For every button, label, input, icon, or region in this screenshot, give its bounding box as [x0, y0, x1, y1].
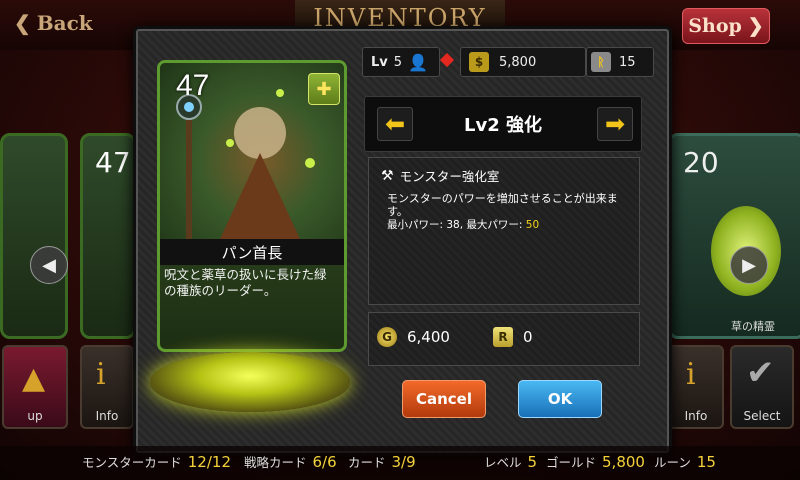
card-description: 呪文と薬草の扱いに長けた緑の種族のリーダー。	[164, 267, 327, 298]
player-level-value: 5	[393, 54, 403, 70]
info-icon: i	[96, 357, 106, 392]
info-slot-right-label: Info	[684, 409, 708, 423]
prev-level-button[interactable]: ⬅	[377, 107, 413, 141]
level-stat: レベル 5	[484, 452, 537, 471]
anvil-icon: ⚒	[381, 167, 394, 184]
monster-card: 47 ✚ パン首長 呪文と薬草の扱いに長けた緑の種族のリーダー。	[157, 60, 347, 352]
upgrade-level-title: Lv2 強化	[464, 115, 542, 136]
upgrade-slot-label: up	[27, 409, 43, 423]
back-button[interactable]: ❮ Back	[14, 8, 93, 38]
upgrade-slot[interactable]: ▲ up	[2, 345, 68, 429]
next-level-button[interactable]: ➡	[597, 107, 633, 141]
gold-value: 5,800	[499, 54, 537, 70]
gold-coin-icon: G	[377, 327, 397, 347]
rune-stat: ルーン 15	[654, 452, 716, 471]
rune-cost-icon: R	[493, 327, 513, 347]
upgrade-level-header: ⬅ Lv2 強化 ➡	[364, 96, 642, 152]
level-label: レベル	[484, 455, 522, 470]
arrow-up-icon: ▲	[22, 361, 46, 396]
gold-cost: G 6,400	[377, 327, 450, 347]
gold-bag-icon: $	[469, 52, 489, 72]
cards-label: カード	[348, 455, 386, 470]
cards-stat: カード 3/9	[348, 452, 416, 471]
monster-cards-value: 12/12	[187, 453, 231, 471]
gold-label: ゴールド	[546, 455, 597, 470]
user-icon: 👤	[408, 52, 428, 72]
info-slot-left[interactable]: i Info	[80, 345, 134, 429]
side-card-right-level: 20	[683, 146, 719, 179]
arrow-left-icon: ⬅	[384, 110, 406, 138]
shop-label: Shop	[688, 15, 742, 37]
shop-button[interactable]: Shop ❯	[682, 8, 770, 44]
info-icon: i	[686, 357, 696, 392]
max-power-value: 50	[525, 219, 540, 231]
rune-cost: R 0	[493, 327, 533, 347]
arrow-right-icon: ➡	[604, 110, 626, 138]
cancel-button[interactable]: Cancel	[402, 380, 486, 418]
nature-type-icon: ✚	[308, 73, 340, 105]
cost-panel: G 6,400 R 0	[368, 312, 640, 366]
rune-label: ルーン	[654, 455, 691, 470]
gold-box: $ 5,800	[460, 47, 586, 77]
rune-icon: ᚱ	[591, 52, 611, 72]
strategy-cards-stat: 戦略カード 6/6	[244, 452, 337, 471]
rune-cost-value: 0	[523, 328, 533, 346]
strategy-cards-label: 戦略カード	[244, 455, 307, 470]
gold-stat: ゴールド 5,800	[546, 452, 645, 471]
upgrade-description: モンスターのパワーを増加させることが出来ます。	[387, 192, 618, 218]
room-header: ⚒ モンスター強化室	[381, 166, 499, 185]
room-name: モンスター強化室	[399, 169, 500, 184]
gold-value: 5,800	[602, 453, 645, 471]
arrow-right-icon[interactable]: ▶	[730, 246, 768, 284]
upgrade-info-panel: ⚒ モンスター強化室 モンスターのパワーを増加させることが出来ます。 最小パワー…	[368, 157, 640, 305]
gold-cost-value: 6,400	[407, 328, 450, 346]
monster-cards-stat: モンスターカード 12/12	[82, 452, 231, 471]
player-level-box: Lv 5 👤	[362, 47, 440, 77]
select-slot[interactable]: ✔ Select	[730, 345, 794, 429]
chevron-right-icon: ❯	[747, 15, 764, 37]
power-label: 最小パワー: 38, 最大パワー:	[387, 219, 523, 231]
rune-value: 15	[696, 453, 716, 471]
info-slot-left-label: Info	[95, 409, 119, 423]
side-card-far-left[interactable]	[0, 133, 68, 339]
side-card-right-name: 草の精霊	[731, 320, 775, 333]
strategy-cards-value: 6/6	[312, 453, 337, 471]
arrow-left-icon[interactable]: ◀	[30, 246, 68, 284]
side-card-right[interactable]: 20 草の精霊	[668, 133, 800, 339]
level-value: 5	[527, 453, 538, 471]
glowing-pedestal	[150, 352, 350, 412]
back-label: Back	[36, 11, 93, 35]
power-stats: 最小パワー: 38, 最大パワー: 50	[387, 217, 539, 232]
cards-value: 3/9	[391, 453, 416, 471]
monster-cards-label: モンスターカード	[82, 455, 182, 470]
info-slot-right[interactable]: i Info	[668, 345, 724, 429]
rune-box: ᚱ 15	[586, 47, 654, 77]
card-level: 47	[176, 69, 210, 102]
card-name: パン首長	[160, 239, 344, 265]
checkmark-icon: ✔	[746, 353, 775, 393]
select-slot-label: Select	[743, 409, 781, 423]
side-card-left-level: 47	[95, 146, 131, 179]
ok-button[interactable]: OK	[518, 380, 602, 418]
side-card-left[interactable]: 47	[80, 133, 136, 339]
rune-value: 15	[619, 54, 636, 70]
chevron-left-icon: ❮	[14, 11, 31, 35]
player-level-label: Lv	[371, 54, 388, 70]
